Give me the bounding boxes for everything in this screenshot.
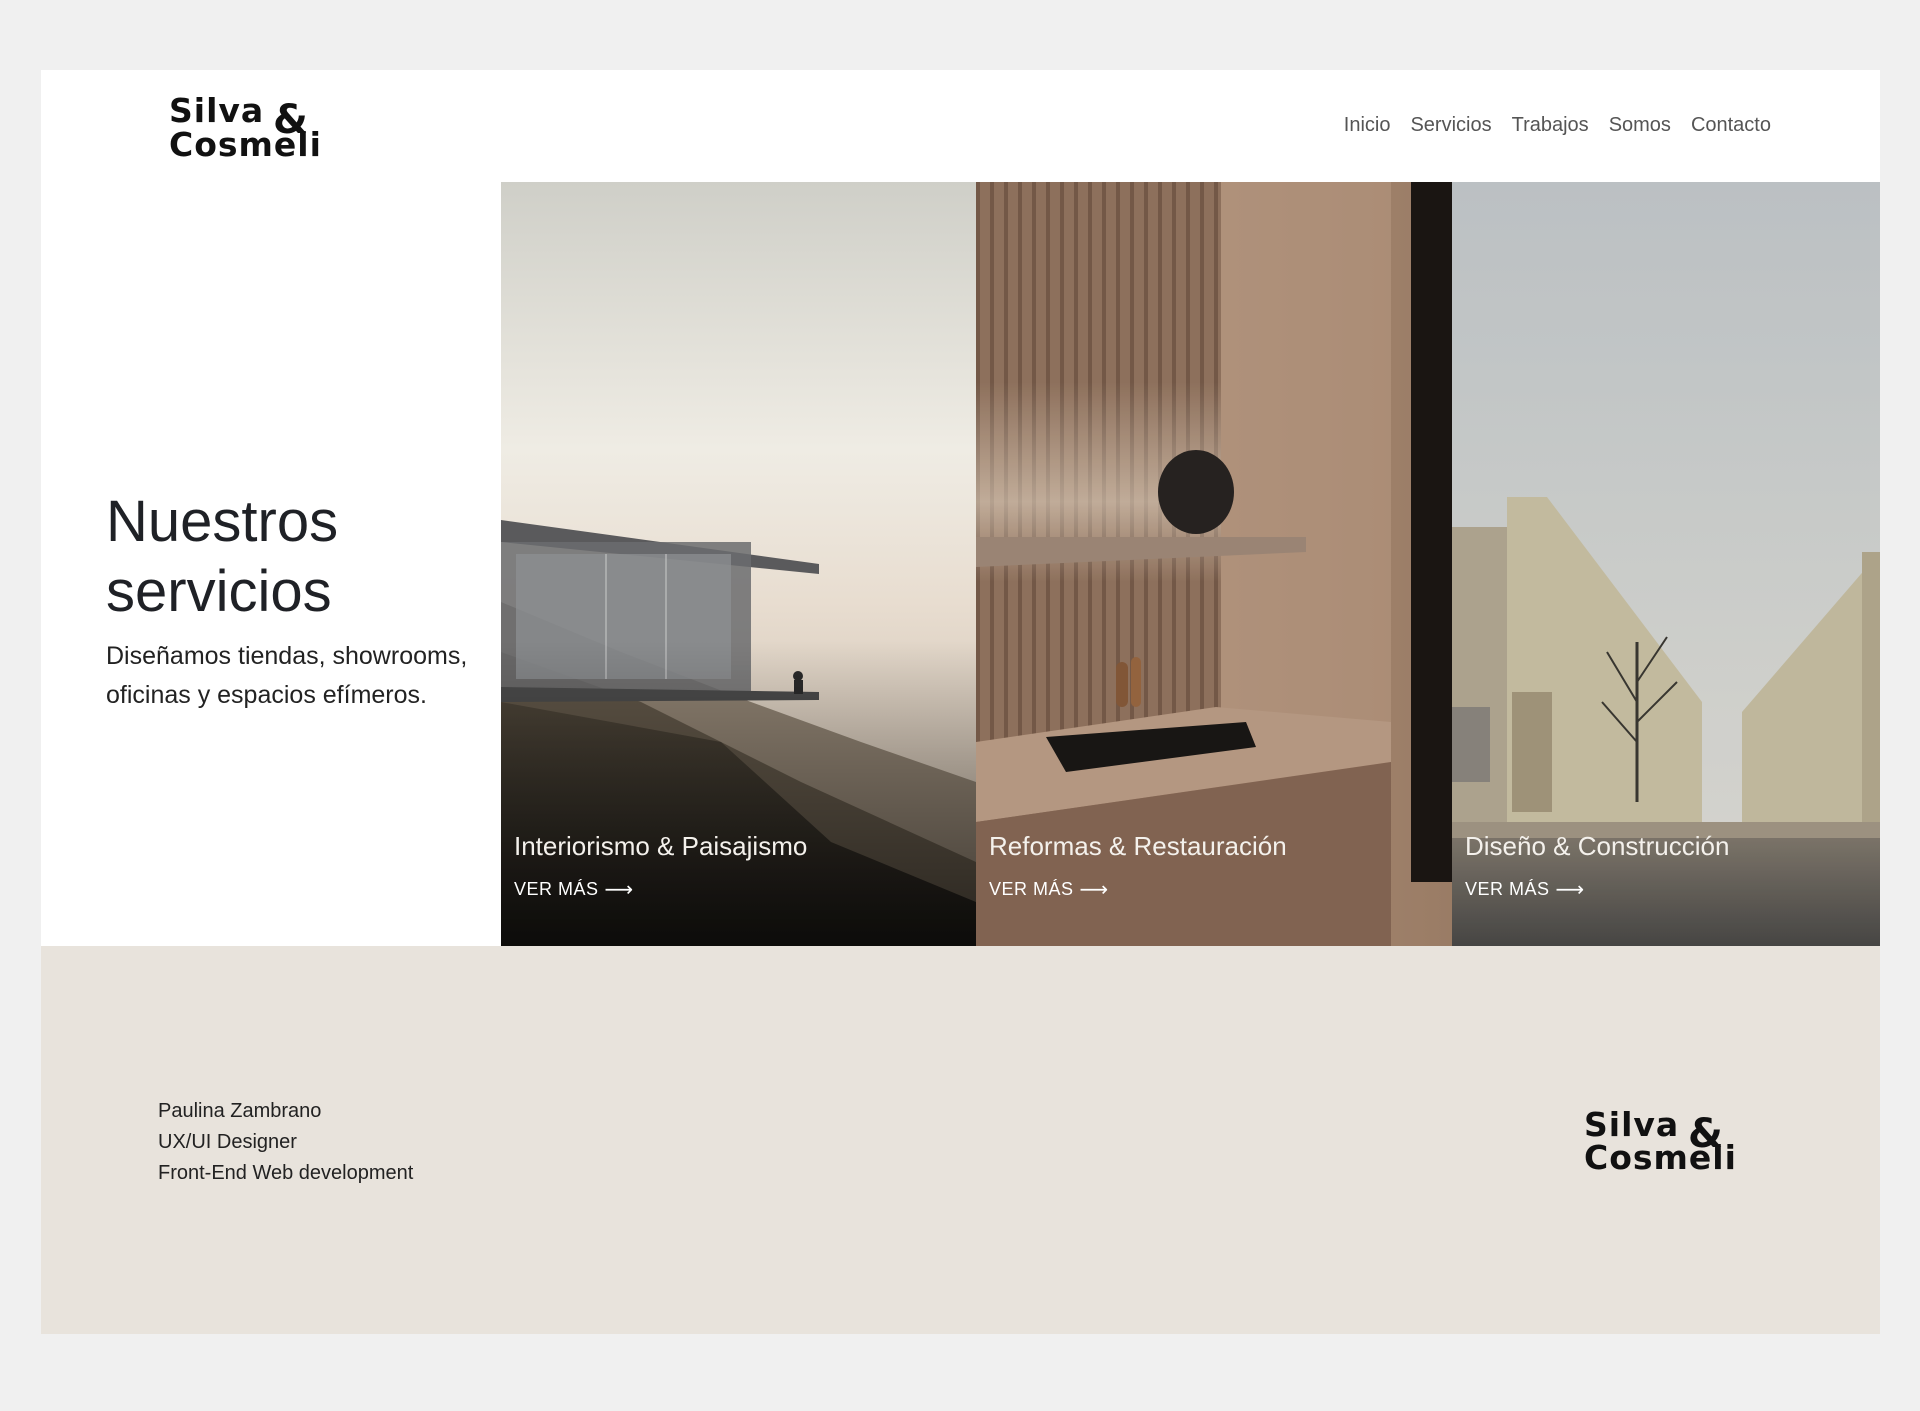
service-cards: Interiorismo & Paisajismo VER MÁS ⟶ Refo… [501, 182, 1880, 946]
nav-servicios[interactable]: Servicios [1410, 114, 1491, 137]
ver-mas-link[interactable]: VER MÁS ⟶ [514, 877, 634, 902]
ver-mas-label: VER MÁS [1465, 879, 1550, 899]
arrow-right-icon: ⟶ [1079, 879, 1109, 901]
ver-mas-link[interactable]: VER MÁS ⟶ [989, 877, 1109, 902]
page-title: Nuestros servicios [106, 487, 506, 627]
service-title: Reformas & Restauración [989, 831, 1287, 861]
ver-mas-link[interactable]: VER MÁS ⟶ [1465, 877, 1585, 902]
ver-mas-label: VER MÁS [514, 879, 599, 899]
ver-mas-label: VER MÁS [989, 879, 1074, 899]
service-title: Diseño & Construcción [1465, 831, 1730, 861]
site-footer: Paulina Zambrano UX/UI Designer Front-En… [41, 946, 1880, 1334]
services-intro: Nuestros servicios Diseñamos tiendas, sh… [106, 487, 506, 715]
footer-logo[interactable]: Silva & Cosmeli [1584, 1108, 1737, 1174]
nav-trabajos[interactable]: Trabajos [1512, 114, 1589, 137]
credit-specialty: Front-End Web development [158, 1162, 414, 1184]
nav-somos[interactable]: Somos [1609, 114, 1671, 137]
nav-inicio[interactable]: Inicio [1344, 114, 1391, 137]
service-card-diseno[interactable]: Diseño & Construcción VER MÁS ⟶ [1452, 182, 1880, 946]
logo-ampersand: & [1688, 1111, 1723, 1157]
service-card-reformas[interactable]: Reformas & Restauración VER MÁS ⟶ [976, 182, 1452, 946]
brand-logo[interactable]: Silva & Cosmeli [169, 94, 322, 161]
services-description: Diseñamos tiendas, showrooms, oficinas y… [106, 642, 468, 709]
title-line-2: servicios [106, 559, 332, 624]
site-header: Silva & Cosmeli Inicio Servicios Trabajo… [41, 70, 1880, 182]
main-nav: Inicio Servicios Trabajos Somos Contacto [1344, 114, 1771, 137]
arrow-right-icon: ⟶ [1555, 879, 1585, 901]
nav-contacto[interactable]: Contacto [1691, 114, 1771, 137]
footer-credits: Paulina Zambrano UX/UI Designer Front-En… [158, 1096, 413, 1189]
logo-ampersand: & [273, 97, 308, 143]
services-section: Nuestros servicios Diseñamos tiendas, sh… [41, 182, 1880, 946]
page: Silva & Cosmeli Inicio Servicios Trabajo… [41, 70, 1880, 1334]
credit-name: Paulina Zambrano [158, 1100, 322, 1122]
title-line-1: Nuestros [106, 489, 339, 554]
arrow-right-icon: ⟶ [604, 879, 634, 901]
credit-role: UX/UI Designer [158, 1131, 297, 1153]
service-title: Interiorismo & Paisajismo [514, 831, 808, 861]
service-card-interiorismo[interactable]: Interiorismo & Paisajismo VER MÁS ⟶ [501, 182, 976, 946]
